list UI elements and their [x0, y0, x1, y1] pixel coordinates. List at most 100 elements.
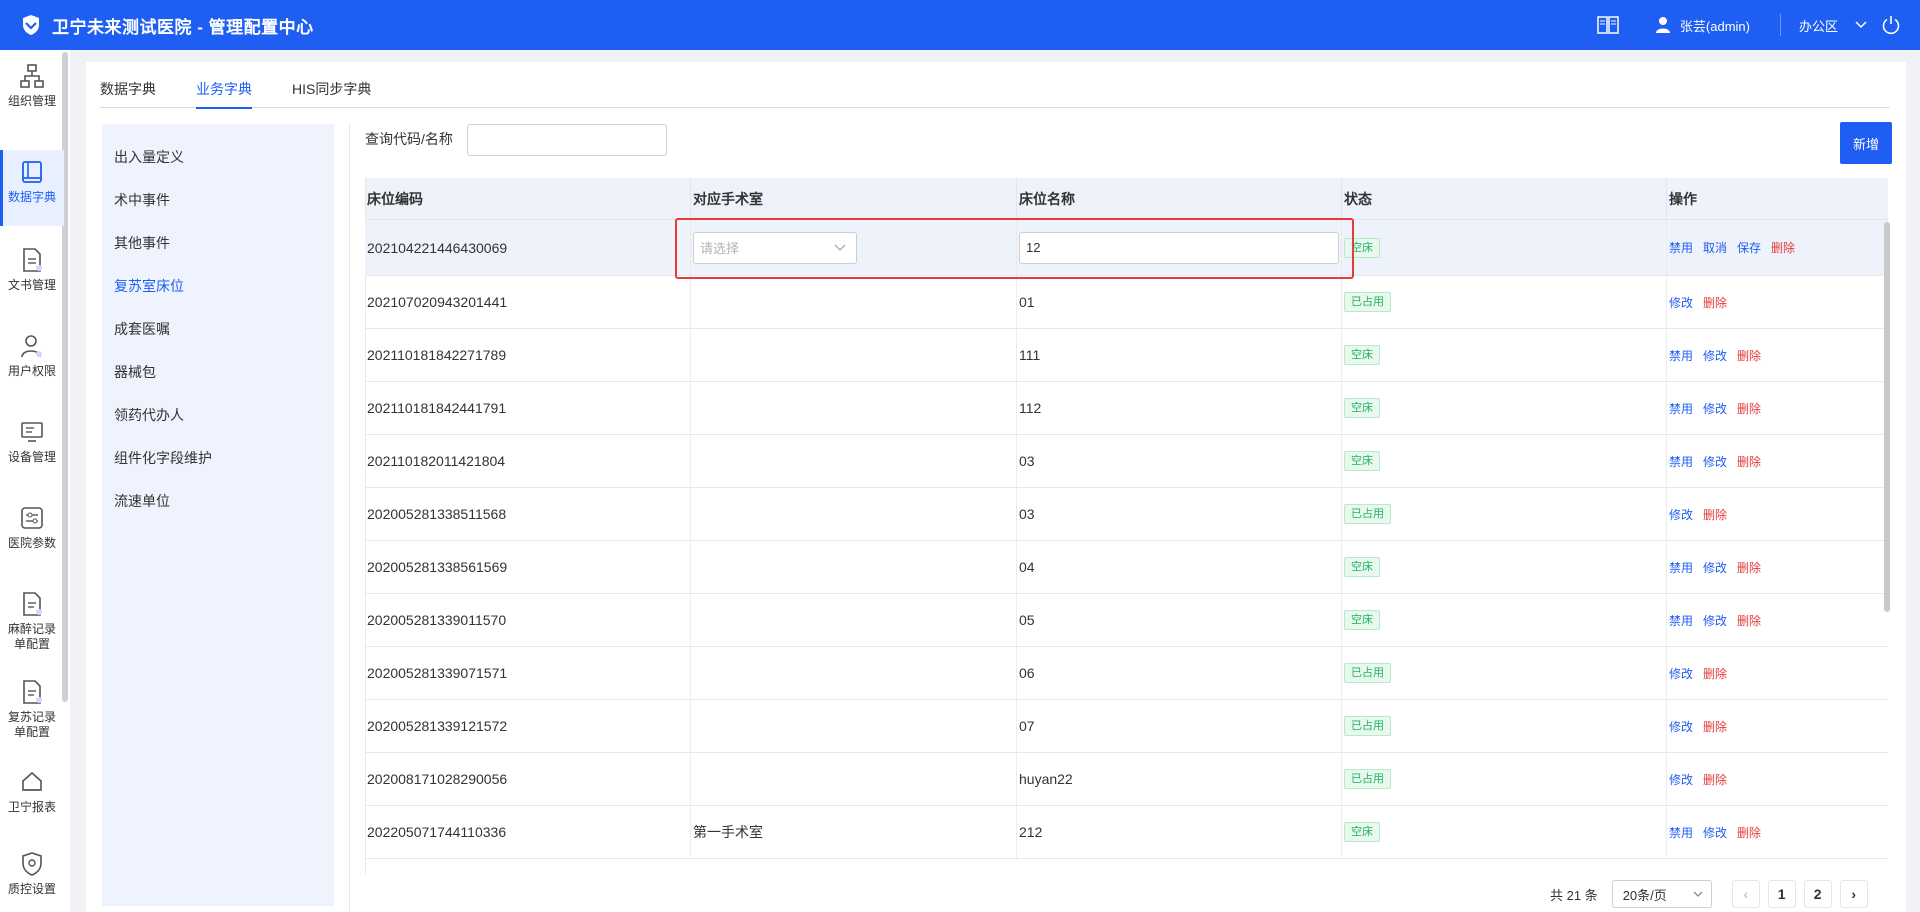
- right-gutter: [1906, 62, 1920, 912]
- nav-item-devices[interactable]: 设备管理: [0, 418, 64, 478]
- nav-item-recovery-form[interactable]: 复苏记录单配置: [0, 678, 64, 754]
- tab-his-sync-dictionary[interactable]: HIS同步字典: [292, 62, 371, 108]
- cell-name: 01: [1017, 276, 1342, 328]
- dict-item-io-definition[interactable]: 出入量定义: [102, 136, 334, 179]
- row-action-link[interactable]: 删除: [1703, 718, 1727, 735]
- room-select[interactable]: 请选择: [693, 231, 857, 264]
- prev-page-button[interactable]: ‹: [1731, 880, 1760, 908]
- page-2-button[interactable]: 2: [1803, 880, 1832, 908]
- row-action-link[interactable]: 删除: [1703, 771, 1727, 788]
- table-row: 202008171028290056 huyan22 已占用 修改 删除: [365, 753, 1888, 806]
- nav-item-reports[interactable]: 卫宁报表: [0, 768, 64, 828]
- cell-room: 第一手术室: [691, 806, 1017, 858]
- shield-check-icon: [22, 852, 42, 876]
- next-page-button[interactable]: ›: [1839, 880, 1868, 908]
- row-action-link[interactable]: 修改: [1703, 453, 1727, 470]
- row-actions: 禁用 修改 删除: [1669, 400, 1761, 417]
- status-badge: 已占用: [1344, 292, 1391, 312]
- bed-name-input[interactable]: [1019, 231, 1339, 264]
- row-action-link[interactable]: 取消: [1703, 239, 1727, 256]
- row-action-link[interactable]: 禁用: [1669, 453, 1693, 470]
- search-input[interactable]: [467, 124, 667, 156]
- row-action-link[interactable]: 删除: [1703, 506, 1727, 523]
- row-action-link[interactable]: 删除: [1737, 559, 1761, 576]
- col-bed-code: 床位编码: [365, 178, 691, 220]
- row-action-link[interactable]: 禁用: [1669, 400, 1693, 417]
- app-title: 卫宁未来测试医院 - 管理配置中心: [52, 17, 314, 37]
- nav-item-dictionary[interactable]: 数据字典: [0, 150, 64, 226]
- dict-item-component-fields[interactable]: 组件化字段维护: [102, 437, 334, 480]
- power-icon[interactable]: [1880, 14, 1902, 36]
- dict-item-recovery-beds[interactable]: 复苏室床位: [102, 265, 334, 308]
- cell-room: [691, 700, 1017, 752]
- dict-item-intraop-events[interactable]: 术中事件: [102, 179, 334, 222]
- shield-logo-icon: [20, 14, 42, 36]
- row-action-link[interactable]: 修改: [1703, 612, 1727, 629]
- row-action-link[interactable]: 删除: [1737, 824, 1761, 841]
- nav-item-anesthesia-form[interactable]: 麻醉记录单配置: [0, 590, 64, 666]
- row-action-link[interactable]: 禁用: [1669, 824, 1693, 841]
- row-action-link[interactable]: 保存: [1737, 239, 1761, 256]
- chevron-down-icon: [1693, 891, 1703, 897]
- header-divider: [1779, 14, 1781, 36]
- row-action-link[interactable]: 删除: [1737, 347, 1761, 364]
- nav-label: 设备管理: [7, 450, 56, 464]
- dict-item-order-sets[interactable]: 成套医嘱: [102, 308, 334, 351]
- status-badge: 空床: [1344, 237, 1380, 258]
- row-actions: 修改 删除: [1669, 771, 1727, 788]
- dict-item-flow-units[interactable]: 流速单位: [102, 480, 334, 523]
- dict-item-other-events[interactable]: 其他事件: [102, 222, 334, 265]
- row-action-link[interactable]: 删除: [1703, 665, 1727, 682]
- row-action-link[interactable]: 修改: [1703, 400, 1727, 417]
- row-action-link[interactable]: 删除: [1703, 294, 1727, 311]
- row-action-link[interactable]: 修改: [1669, 718, 1693, 735]
- tab-data-dictionary[interactable]: 数据字典: [100, 62, 156, 108]
- row-action-link[interactable]: 禁用: [1669, 347, 1693, 364]
- row-action-link[interactable]: 禁用: [1669, 559, 1693, 576]
- dict-item-instrument-packs[interactable]: 器械包: [102, 351, 334, 394]
- page-1-button[interactable]: 1: [1767, 880, 1796, 908]
- table-header: 床位编码 对应手术室 床位名称 状态 操作: [365, 178, 1888, 220]
- row-actions: 修改 删除: [1669, 506, 1727, 523]
- office-selector[interactable]: 办公区: [1799, 16, 1838, 35]
- status-badge: 空床: [1344, 822, 1380, 842]
- page-size-select[interactable]: 20条/页: [1611, 880, 1712, 908]
- row-action-link[interactable]: 禁用: [1669, 612, 1693, 629]
- row-action-link[interactable]: 修改: [1669, 294, 1693, 311]
- nav-item-hospital-params[interactable]: 医院参数: [0, 504, 64, 564]
- row-action-link[interactable]: 修改: [1703, 559, 1727, 576]
- cell-room: [691, 594, 1017, 646]
- nav-item-documents[interactable]: 文书管理: [0, 246, 64, 306]
- chevron-down-icon[interactable]: [1854, 18, 1868, 32]
- row-action-link[interactable]: 修改: [1669, 506, 1693, 523]
- row-action-link[interactable]: 修改: [1703, 824, 1727, 841]
- cell-actions: 修改 删除: [1667, 753, 1888, 805]
- left-nav: 组织管理 数据字典 文书管理 用户权限 设备管理 医院参数 麻醉记录单配置 复苏…: [0, 50, 70, 912]
- row-action-link[interactable]: 删除: [1737, 453, 1761, 470]
- dict-item-drug-agents[interactable]: 领药代办人: [102, 394, 334, 437]
- row-actions: 禁用 修改 删除: [1669, 559, 1761, 576]
- row-action-link[interactable]: 修改: [1703, 347, 1727, 364]
- add-button[interactable]: 新增: [1840, 122, 1892, 164]
- row-action-link[interactable]: 修改: [1669, 665, 1693, 682]
- nav-item-qc-settings[interactable]: 质控设置: [0, 850, 64, 910]
- row-action-link[interactable]: 删除: [1737, 612, 1761, 629]
- user-icon: [21, 335, 42, 358]
- book-icon[interactable]: [1596, 13, 1620, 37]
- status-badge: 空床: [1344, 398, 1380, 418]
- table-row: 202005281339011570 05 空床 禁用 修改 删除: [365, 594, 1888, 647]
- table-row: 202005281338561569 04 空床 禁用 修改 删除: [365, 541, 1888, 594]
- row-action-link[interactable]: 禁用: [1669, 239, 1693, 256]
- cell-actions: 修改 删除: [1667, 700, 1888, 752]
- cell-name: 07: [1017, 700, 1342, 752]
- row-action-link[interactable]: 删除: [1737, 400, 1761, 417]
- nav-item-user-permissions[interactable]: 用户权限: [0, 332, 64, 392]
- nav-item-org[interactable]: 组织管理: [0, 56, 64, 116]
- user-menu[interactable]: 张芸(admin): [1654, 16, 1750, 35]
- row-action-link[interactable]: 删除: [1771, 239, 1795, 256]
- table-scrollbar[interactable]: [1884, 222, 1890, 612]
- table-row: 202005281338511568 03 已占用 修改 删除: [365, 488, 1888, 541]
- nav-label: 质控设置: [7, 882, 56, 896]
- row-action-link[interactable]: 修改: [1669, 771, 1693, 788]
- tab-business-dictionary[interactable]: 业务字典: [196, 62, 252, 109]
